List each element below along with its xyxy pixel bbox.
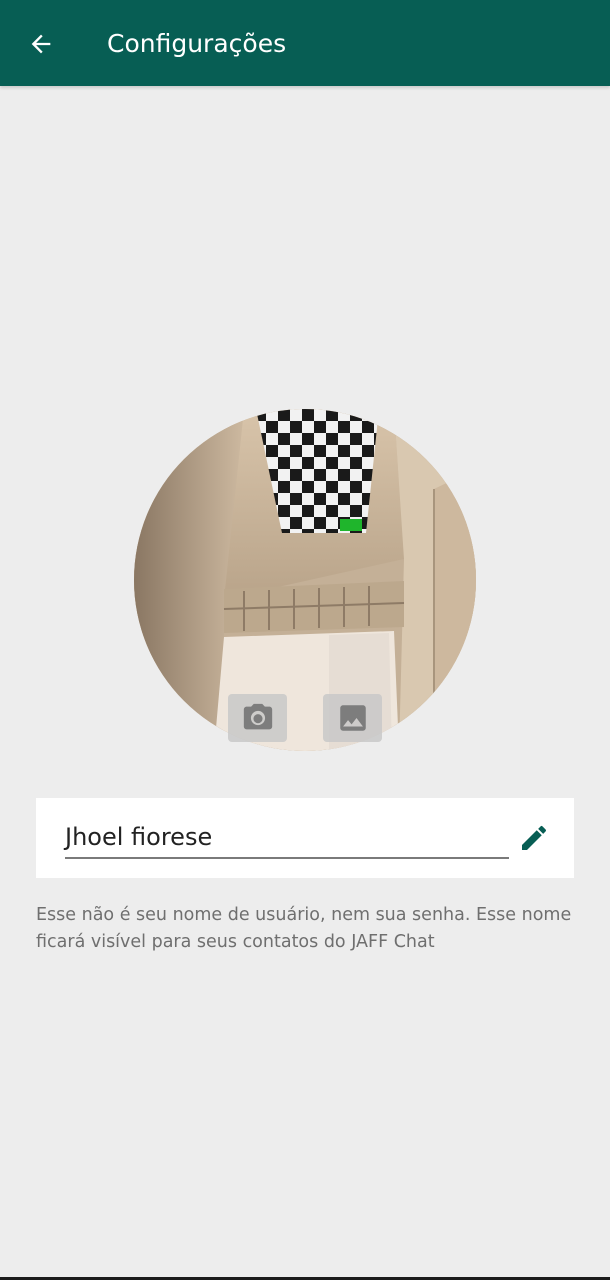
arrow-back-icon	[31, 34, 51, 54]
camera-icon	[243, 703, 272, 730]
camera-button[interactable]	[228, 694, 287, 742]
name-hint-text: Esse não é seu nome de usuário, nem sua …	[36, 905, 572, 952]
image-icon	[339, 705, 366, 731]
pencil-icon	[522, 825, 547, 850]
page-title: Configurações	[107, 29, 287, 58]
name-card: Jhoel fiorese	[36, 798, 574, 878]
profile-photo-image	[134, 409, 476, 751]
name-field[interactable]: Jhoel fiorese	[65, 817, 509, 859]
app-bar: Configurações	[0, 0, 610, 86]
gallery-button[interactable]	[323, 694, 382, 742]
profile-photo	[134, 409, 476, 751]
profile-photo-area	[134, 409, 476, 751]
edit-name-button[interactable]	[514, 818, 554, 858]
back-button[interactable]	[16, 22, 66, 66]
